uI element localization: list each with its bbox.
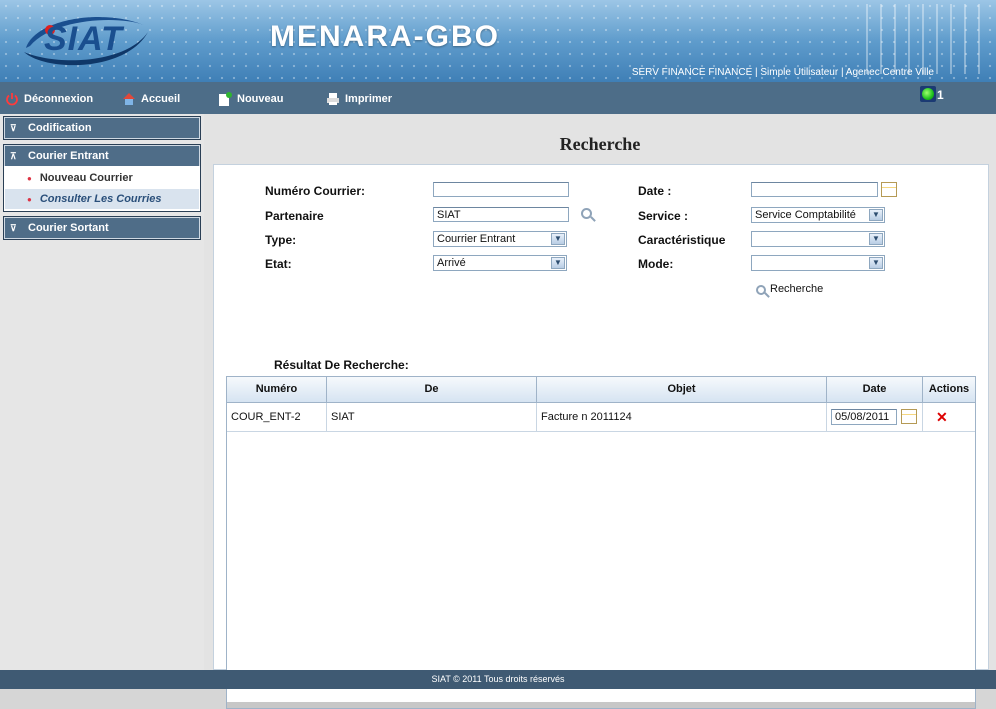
search-icon [756,285,766,295]
calendar-icon[interactable] [881,182,897,197]
printer-icon [327,93,339,105]
etat-label: Etat: [265,257,292,271]
toolbar: Déconnexion Accueil Nouveau Imprimer [0,82,996,114]
chevron-down-icon: ▼ [551,233,565,245]
section-label: Codification [28,122,92,134]
new-button[interactable]: Nouveau [218,90,283,108]
partenaire-input[interactable]: SIAT [433,207,569,222]
row-date-input[interactable]: 05/08/2011 [831,409,897,425]
mode-select[interactable]: ▼ [751,255,885,271]
cell-date: 05/08/2011 [827,403,923,431]
chevron-down-icon: ⊽ [10,122,17,133]
col-header-de[interactable]: De [327,377,537,402]
chevron-down-icon: ▼ [551,257,565,269]
cell-de: SIAT [327,403,537,431]
header-decoration [866,4,986,74]
date-label: Date : [638,184,672,198]
cell-objet: Facture n 2011124 [537,403,827,431]
item-label: Consulter Les Courries [39,193,162,205]
sidebar-item-nouveau-courrier[interactable]: ● Nouveau Courrier [5,168,199,188]
bullet-icon: ● [27,194,32,204]
sidebar-section-courier-entrant[interactable]: ⊼ Courier Entrant [3,144,201,168]
col-header-objet[interactable]: Objet [537,377,827,402]
chevron-down-icon: ⊽ [10,222,17,233]
chevron-up-icon: ⊼ [10,150,17,161]
cell-numero: COUR_ENT-2 [227,403,327,431]
print-label: Imprimer [345,93,393,105]
user-info: SERV FINANCE FINANCE | Simple Utilisateu… [631,67,934,78]
home-label: Accueil [141,93,181,105]
type-select-value: Courrier Entrant [437,233,516,245]
chevron-down-icon: ▼ [869,257,883,269]
search-button[interactable]: Recherche [756,279,823,295]
type-label: Type: [265,233,297,247]
courier-entrant-submenu: ● Nouveau Courrier ● Consulter Les Courr… [3,166,201,212]
sidebar-section-courier-sortant[interactable]: ⊽ Courier Sortant [3,216,201,240]
search-panel: Numéro Courrier: Partenaire SIAT Type: C… [213,164,989,709]
connection-indicator[interactable]: 1 [920,86,944,102]
col-header-date[interactable]: Date [827,377,923,402]
col-header-numero[interactable]: Numéro [227,377,327,402]
service-select[interactable]: Service Comptabilité ▼ [751,207,885,223]
table-header: Numéro De Objet Date Actions [227,377,975,403]
table-scrollbar[interactable] [227,702,975,708]
print-button[interactable]: Imprimer [326,90,392,108]
calendar-icon[interactable] [901,409,917,424]
notification-count: 1 [937,88,944,102]
app-header: SIAT MENARA-GBO SERV FINANCE FINANCE | S… [0,0,996,82]
power-icon [6,93,18,106]
logout-label: Déconnexion [24,93,94,105]
numero-input[interactable] [433,182,569,197]
logo-text: SIAT [44,20,123,58]
etat-select-value: Arrivé [437,257,466,269]
results-title: Résultat De Recherche: [274,358,409,372]
cell-actions: ✕ [923,403,975,431]
page-title: Recherche [559,134,641,154]
search-button-label: Recherche [770,283,824,295]
chevron-down-icon: ▼ [869,233,883,245]
home-button[interactable]: Accueil [122,90,180,108]
col-header-actions: Actions [928,383,970,395]
sidebar: ⊽ Codification ⊼ Courier Entrant ● Nouve… [0,114,204,670]
logout-button[interactable]: Déconnexion [5,90,93,108]
numero-label: Numéro Courrier: [265,184,366,198]
caracteristique-label: Caractéristique [638,233,726,247]
main-content: Recherche Numéro Courrier: Partenaire SI… [204,114,996,709]
section-label: Courier Sortant [28,222,109,234]
sidebar-item-consulter[interactable]: ● Consulter Les Courries [5,189,199,209]
bullet-icon: ● [27,173,32,183]
etat-select[interactable]: Arrivé ▼ [433,255,567,271]
new-label: Nouveau [237,93,284,105]
delete-icon[interactable]: ✕ [936,403,948,431]
results-table: Numéro De Objet Date Actions COUR_ENT-2 … [226,376,976,709]
service-select-value: Service Comptabilité [755,209,856,221]
service-label: Service : [638,209,689,223]
caracteristique-select[interactable]: ▼ [751,231,885,247]
date-input[interactable] [751,182,878,197]
section-label: Courier Entrant [28,150,109,162]
chevron-down-icon: ▼ [869,209,883,221]
new-document-icon [219,92,232,106]
mode-label: Mode: [638,257,674,271]
app-title: MENARA-GBO [270,20,500,53]
footer: SIAT © 2011 Tous droits réservés [0,670,996,689]
table-row[interactable]: COUR_ENT-2 SIAT Facture n 2011124 05/08/… [227,403,975,432]
partenaire-label: Partenaire [265,209,324,223]
item-label: Nouveau Courrier [39,172,133,184]
status-led-icon [920,86,936,102]
sidebar-section-codification[interactable]: ⊽ Codification [3,116,201,140]
partenaire-search-icon[interactable] [581,208,592,219]
home-icon [123,93,135,105]
type-select[interactable]: Courrier Entrant ▼ [433,231,567,247]
